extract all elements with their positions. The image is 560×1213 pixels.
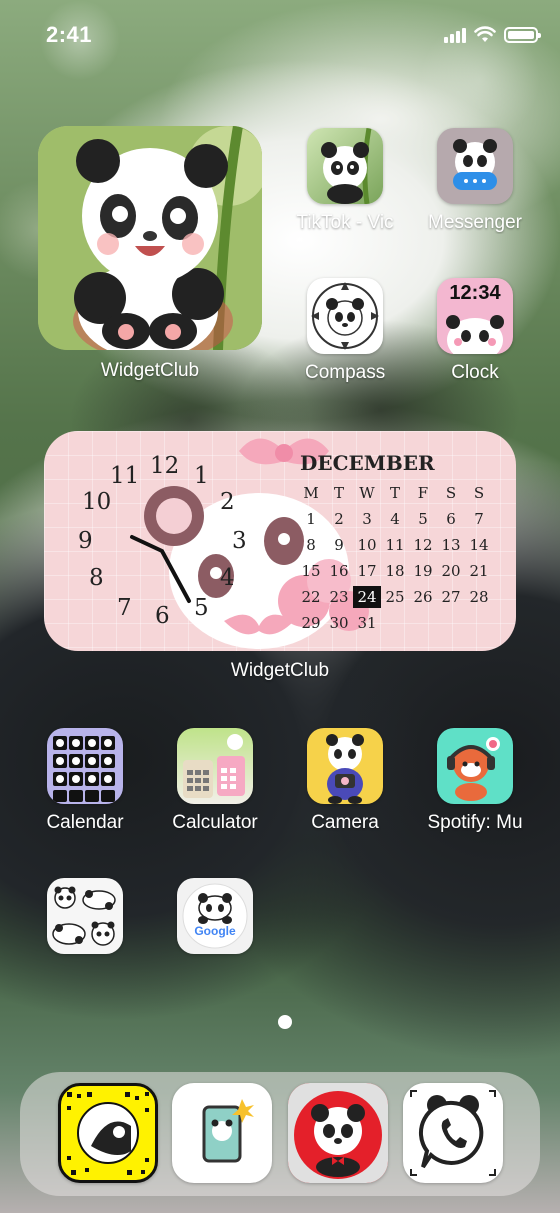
panda-swing-image — [38, 126, 262, 350]
calendar-day: 18 — [385, 562, 405, 580]
weekday-header: W — [359, 484, 375, 502]
weekday-header: S — [445, 484, 457, 502]
clock-number-1: 1 — [194, 463, 209, 489]
weekday-header: T — [333, 484, 344, 502]
calendar-grid: M T W T F S S 1 2 3 4 5 6 7 8 9 10 11 12 13 14 15 16 17 18 19 20 21… — [297, 480, 493, 636]
calendar-month: DECEMBER — [300, 451, 435, 475]
spotify-label: Spotify: Mu — [427, 812, 523, 833]
weekday-header: S — [473, 484, 485, 502]
calendar-day: 29 — [301, 614, 321, 632]
tiktok-panda-icon — [307, 128, 383, 204]
calendar-day: 19 — [413, 562, 433, 580]
clock-panda-icon: 12:34 — [437, 278, 513, 354]
calendar-day: 28 — [469, 588, 489, 606]
weekday-header: M — [303, 484, 319, 502]
calendar-day: 11 — [385, 536, 405, 554]
calendar-day: 3 — [362, 510, 372, 528]
dock-whatsapp-panda-icon[interactable] — [403, 1083, 503, 1183]
app-tiktok[interactable]: TikTok - Vic — [296, 128, 394, 234]
battery-icon — [504, 27, 541, 43]
calculator-panda-icon — [177, 728, 253, 804]
calendar-day: 23 — [329, 588, 349, 606]
clock-number-3: 3 — [232, 528, 247, 554]
clock-number-8: 8 — [89, 565, 104, 591]
calendar-day: 1 — [306, 510, 316, 528]
calendar-day: 5 — [418, 510, 428, 528]
clock-number-5: 5 — [194, 595, 209, 621]
spotify-red-panda-icon — [437, 728, 513, 804]
calendar-day: 6 — [446, 510, 456, 528]
clock-number-2: 2 — [220, 489, 235, 515]
app-camera[interactable]: Camera — [305, 728, 385, 834]
dock-red-panda-icon[interactable] — [288, 1083, 388, 1183]
calendar-day-today: 24 — [353, 586, 381, 608]
messenger-panda-icon — [437, 128, 513, 204]
tiktok-label: TikTok - Vic — [296, 212, 394, 233]
calendar-day: 21 — [469, 562, 489, 580]
calendar-day: 22 — [301, 588, 321, 606]
calendar-day: 27 — [441, 588, 461, 606]
app-calculator[interactable]: Calculator — [172, 728, 258, 834]
google-panda-icon: Google — [177, 878, 253, 954]
calendar-day: 8 — [306, 536, 316, 554]
calendar-panda-icon — [47, 728, 123, 804]
calendar-day: 15 — [301, 562, 321, 580]
app-spotify[interactable]: Spotify: Mu — [427, 728, 523, 834]
status-bar: 2:41 — [0, 0, 560, 70]
google-wordmark: Google — [194, 924, 236, 938]
calendar-day: 16 — [329, 562, 349, 580]
calendar-day: 14 — [469, 536, 489, 554]
compass-label: Compass — [305, 362, 385, 383]
calendar-label: Calendar — [46, 812, 124, 833]
camera-panda-icon — [307, 728, 383, 804]
clock-number-7: 7 — [117, 595, 132, 621]
calendar-day: 4 — [390, 510, 400, 528]
dock-snapchat-panda-icon[interactable] — [58, 1083, 158, 1183]
calendar-day: 9 — [334, 536, 344, 554]
calendar-day: 10 — [357, 536, 377, 554]
compass-panda-icon — [307, 278, 383, 354]
calendar-day: 20 — [441, 562, 461, 580]
cellular-signal-icon — [444, 27, 466, 43]
calendar-day: 25 — [385, 588, 405, 606]
app-messenger[interactable]: Messenger — [428, 128, 522, 234]
page-indicator-dot[interactable] — [278, 1015, 292, 1029]
app-google[interactable]: Google — [175, 878, 255, 954]
calendar-day: 31 — [357, 614, 377, 632]
clock-number-6: 6 — [155, 603, 170, 629]
messenger-label: Messenger — [428, 212, 522, 233]
clock-number-10: 10 — [82, 489, 112, 515]
calendar-day: 12 — [413, 536, 433, 554]
clock-number-11: 11 — [110, 463, 140, 489]
calendar-day: 30 — [329, 614, 349, 632]
app-calendar[interactable]: Calendar — [45, 728, 125, 834]
calendar-day: 7 — [474, 510, 484, 528]
weekday-header: T — [389, 484, 400, 502]
panda-stickers-icon — [47, 878, 123, 954]
calendar-widget-label: WidgetClub — [230, 660, 330, 681]
dock — [20, 1072, 540, 1196]
status-time: 2:41 — [46, 22, 93, 47]
app-panda-stickers[interactable] — [45, 878, 125, 954]
calendar-day: 2 — [334, 510, 344, 528]
clock-number-12: 12 — [150, 453, 180, 479]
app-clock[interactable]: 12:34 Clock — [435, 278, 515, 384]
calendar-day: 13 — [441, 536, 461, 554]
clock-label: Clock — [451, 362, 499, 383]
clock-number-9: 9 — [78, 528, 93, 554]
dock-phone-panda-icon[interactable] — [172, 1083, 272, 1183]
calendar-clock-widget[interactable]: 12 1 2 3 4 5 6 7 8 9 10 11 DECEMBER MTWT… — [44, 431, 516, 651]
photo-widget-label: WidgetClub — [100, 360, 200, 381]
wifi-icon — [474, 26, 496, 42]
calculator-label: Calculator — [172, 812, 258, 833]
panda-photo-widget[interactable] — [38, 126, 262, 350]
clock-number-4: 4 — [220, 565, 235, 591]
status-icons — [444, 26, 541, 43]
calendar-day: 17 — [357, 562, 377, 580]
app-compass[interactable]: Compass — [305, 278, 385, 384]
camera-label: Camera — [311, 812, 379, 833]
calendar-day: 26 — [413, 588, 433, 606]
weekday-header: F — [417, 484, 429, 502]
